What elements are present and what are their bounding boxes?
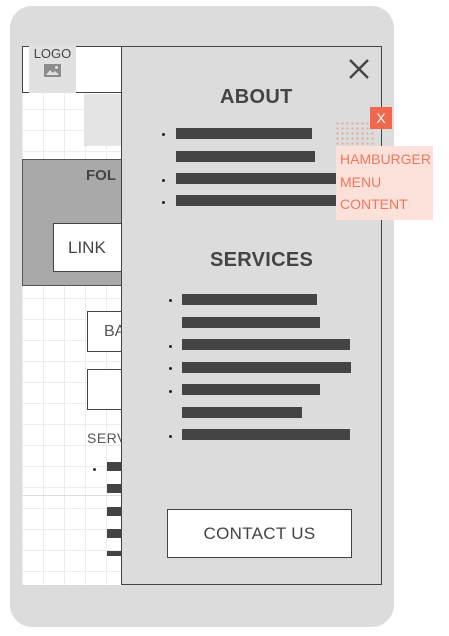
annotation-line: HAMBURGER: [340, 151, 432, 167]
menu-item-services-4-line2[interactable]: [182, 407, 302, 418]
menu-item-about-3[interactable]: [176, 195, 336, 206]
menu-item-bullet: [162, 133, 165, 136]
menu-item-bullet: [169, 299, 172, 302]
menu-item-bullet: [169, 435, 172, 438]
annotation-marker: X: [370, 107, 392, 129]
menu-item-bullet: [169, 345, 172, 348]
about-heading: ABOUT: [220, 86, 293, 108]
logo[interactable]: LOGO: [29, 45, 76, 93]
annotation-line: MENU: [340, 173, 382, 190]
menu-item-bullet: [169, 390, 172, 393]
close-icon[interactable]: [347, 57, 371, 81]
menu-item-bullet: [162, 179, 165, 182]
menu-item-about-1[interactable]: [176, 128, 312, 139]
divider: [22, 495, 132, 496]
follow-title: FOL: [86, 167, 116, 184]
menu-item-services-2[interactable]: [182, 339, 350, 350]
menu-item-services-4[interactable]: [182, 384, 320, 395]
menu-item-services-5[interactable]: [182, 429, 350, 440]
menu-item-services-3[interactable]: [182, 362, 351, 373]
menu-item-bullet: [162, 201, 165, 204]
contact-us-button[interactable]: CONTACT US: [167, 509, 352, 558]
logo-label: LOGO: [33, 46, 72, 61]
menu-item-about-1-line2[interactable]: [176, 151, 315, 162]
menu-item-bullet: [169, 367, 172, 370]
menu-item-about-2[interactable]: [176, 173, 336, 184]
menu-item-services-1[interactable]: [182, 294, 317, 305]
image-placeholder-icon: [44, 64, 61, 77]
services-heading: SERVICES: [210, 249, 314, 271]
annotation-pointer: [335, 121, 375, 146]
bullet: [93, 468, 96, 471]
annotation-line: CONTENT: [340, 196, 408, 212]
menu-item-services-1-line2[interactable]: [182, 317, 320, 328]
annotation-note: HAMBURGER MENU CONTENT: [336, 146, 433, 220]
